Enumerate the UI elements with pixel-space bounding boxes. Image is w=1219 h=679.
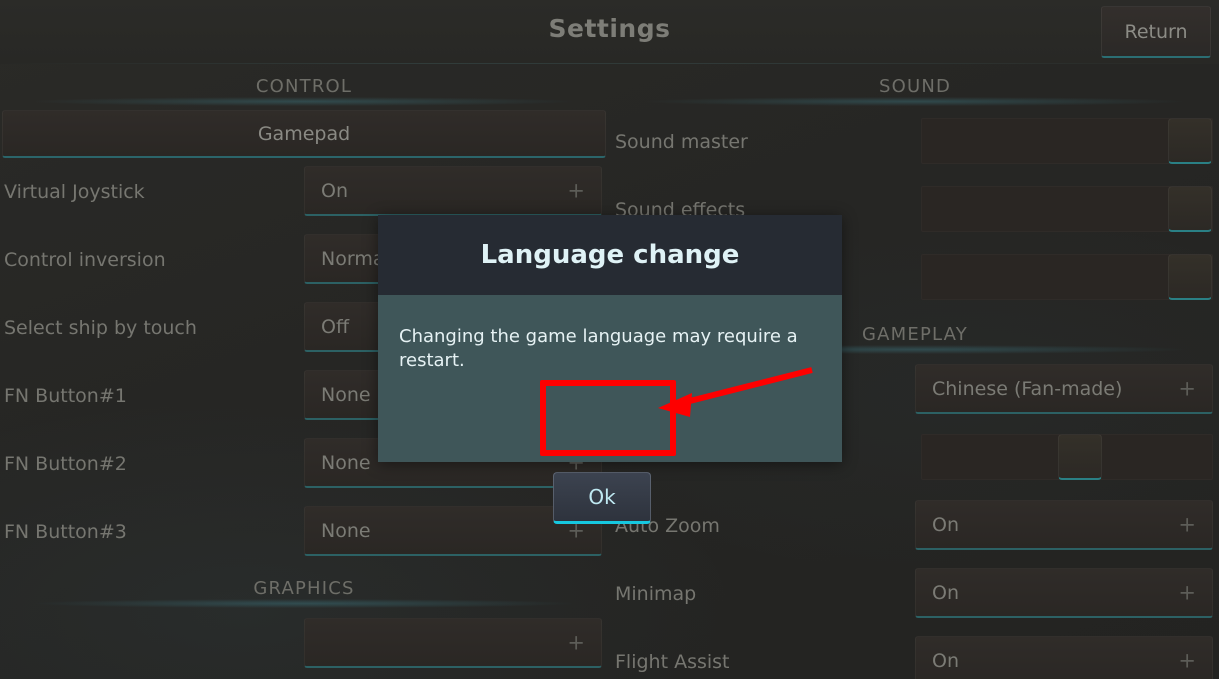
plus-icon[interactable]: + [567, 180, 585, 201]
slider-handle[interactable] [1168, 118, 1212, 164]
plus-icon[interactable]: + [567, 632, 585, 653]
dialog-title: Language change [480, 240, 740, 270]
setting-label: FN Button#2 [4, 453, 127, 475]
plus-icon[interactable]: + [1178, 650, 1196, 671]
setting-value: None [321, 383, 371, 406]
gamepad-button[interactable]: Gamepad [2, 110, 606, 158]
setting-value: On [932, 513, 959, 536]
slider-handle[interactable] [1058, 434, 1102, 480]
setting-row-graphics-first: + [0, 610, 608, 678]
setting-value: None [321, 519, 371, 542]
setting-row-flight-assist: Flight Assist On + [611, 628, 1219, 679]
plus-icon[interactable]: + [1178, 514, 1196, 535]
title-bar: Settings Return [0, 0, 1219, 64]
setting-label: Flight Assist [615, 651, 730, 673]
settings-screen: Settings Return CONTROL Gamepad Virtual … [0, 0, 1219, 679]
setting-value: Chinese (Fan-made) [932, 377, 1123, 400]
slider-sound-master[interactable] [921, 118, 1213, 164]
setting-value: On [321, 179, 348, 202]
slider-handle[interactable] [1168, 186, 1212, 232]
plus-icon[interactable]: + [1178, 378, 1196, 399]
setting-row-fn-button-3: FN Button#3 None + [0, 498, 608, 566]
return-button[interactable]: Return [1101, 6, 1211, 58]
setting-select-virtual-joystick[interactable]: On + [304, 166, 602, 216]
dialog-header: Language change [378, 215, 842, 295]
setting-value: On [932, 649, 959, 672]
setting-value: None [321, 451, 371, 474]
annotation-arrow-icon [658, 367, 813, 417]
setting-label: FN Button#3 [4, 521, 127, 543]
setting-label: Sound master [615, 131, 748, 153]
setting-value: On [932, 581, 959, 604]
setting-select-flight-assist[interactable]: On + [915, 636, 1213, 679]
setting-select-auto-zoom[interactable]: On + [915, 500, 1213, 550]
setting-row-minimap: Minimap On + [611, 560, 1219, 628]
page-title: Settings [548, 14, 671, 43]
setting-label: Select ship by touch [4, 317, 197, 339]
slider-music[interactable] [921, 254, 1213, 300]
ok-button[interactable]: Ok [553, 472, 651, 524]
setting-label: FN Button#1 [4, 385, 127, 407]
setting-label: Control inversion [4, 249, 166, 271]
plus-icon[interactable]: + [1178, 582, 1196, 603]
setting-value: Off [321, 315, 350, 338]
setting-select-language[interactable]: Chinese (Fan-made) + [915, 364, 1213, 414]
slider-gameplay[interactable] [921, 434, 1213, 480]
setting-select-graphics-first[interactable]: + [304, 618, 602, 668]
setting-select-minimap[interactable]: On + [915, 568, 1213, 618]
section-header-sound: SOUND [611, 64, 1219, 108]
setting-label: Virtual Joystick [4, 181, 145, 203]
section-header-control: CONTROL [0, 64, 608, 108]
setting-label: Minimap [615, 583, 697, 605]
setting-row-sound-master: Sound master [611, 108, 1219, 176]
section-header-graphics: GRAPHICS [0, 566, 608, 610]
setting-row-auto-zoom: Auto Zoom On + [611, 492, 1219, 560]
slider-handle[interactable] [1168, 254, 1212, 300]
slider-sound-effects[interactable] [921, 186, 1213, 232]
